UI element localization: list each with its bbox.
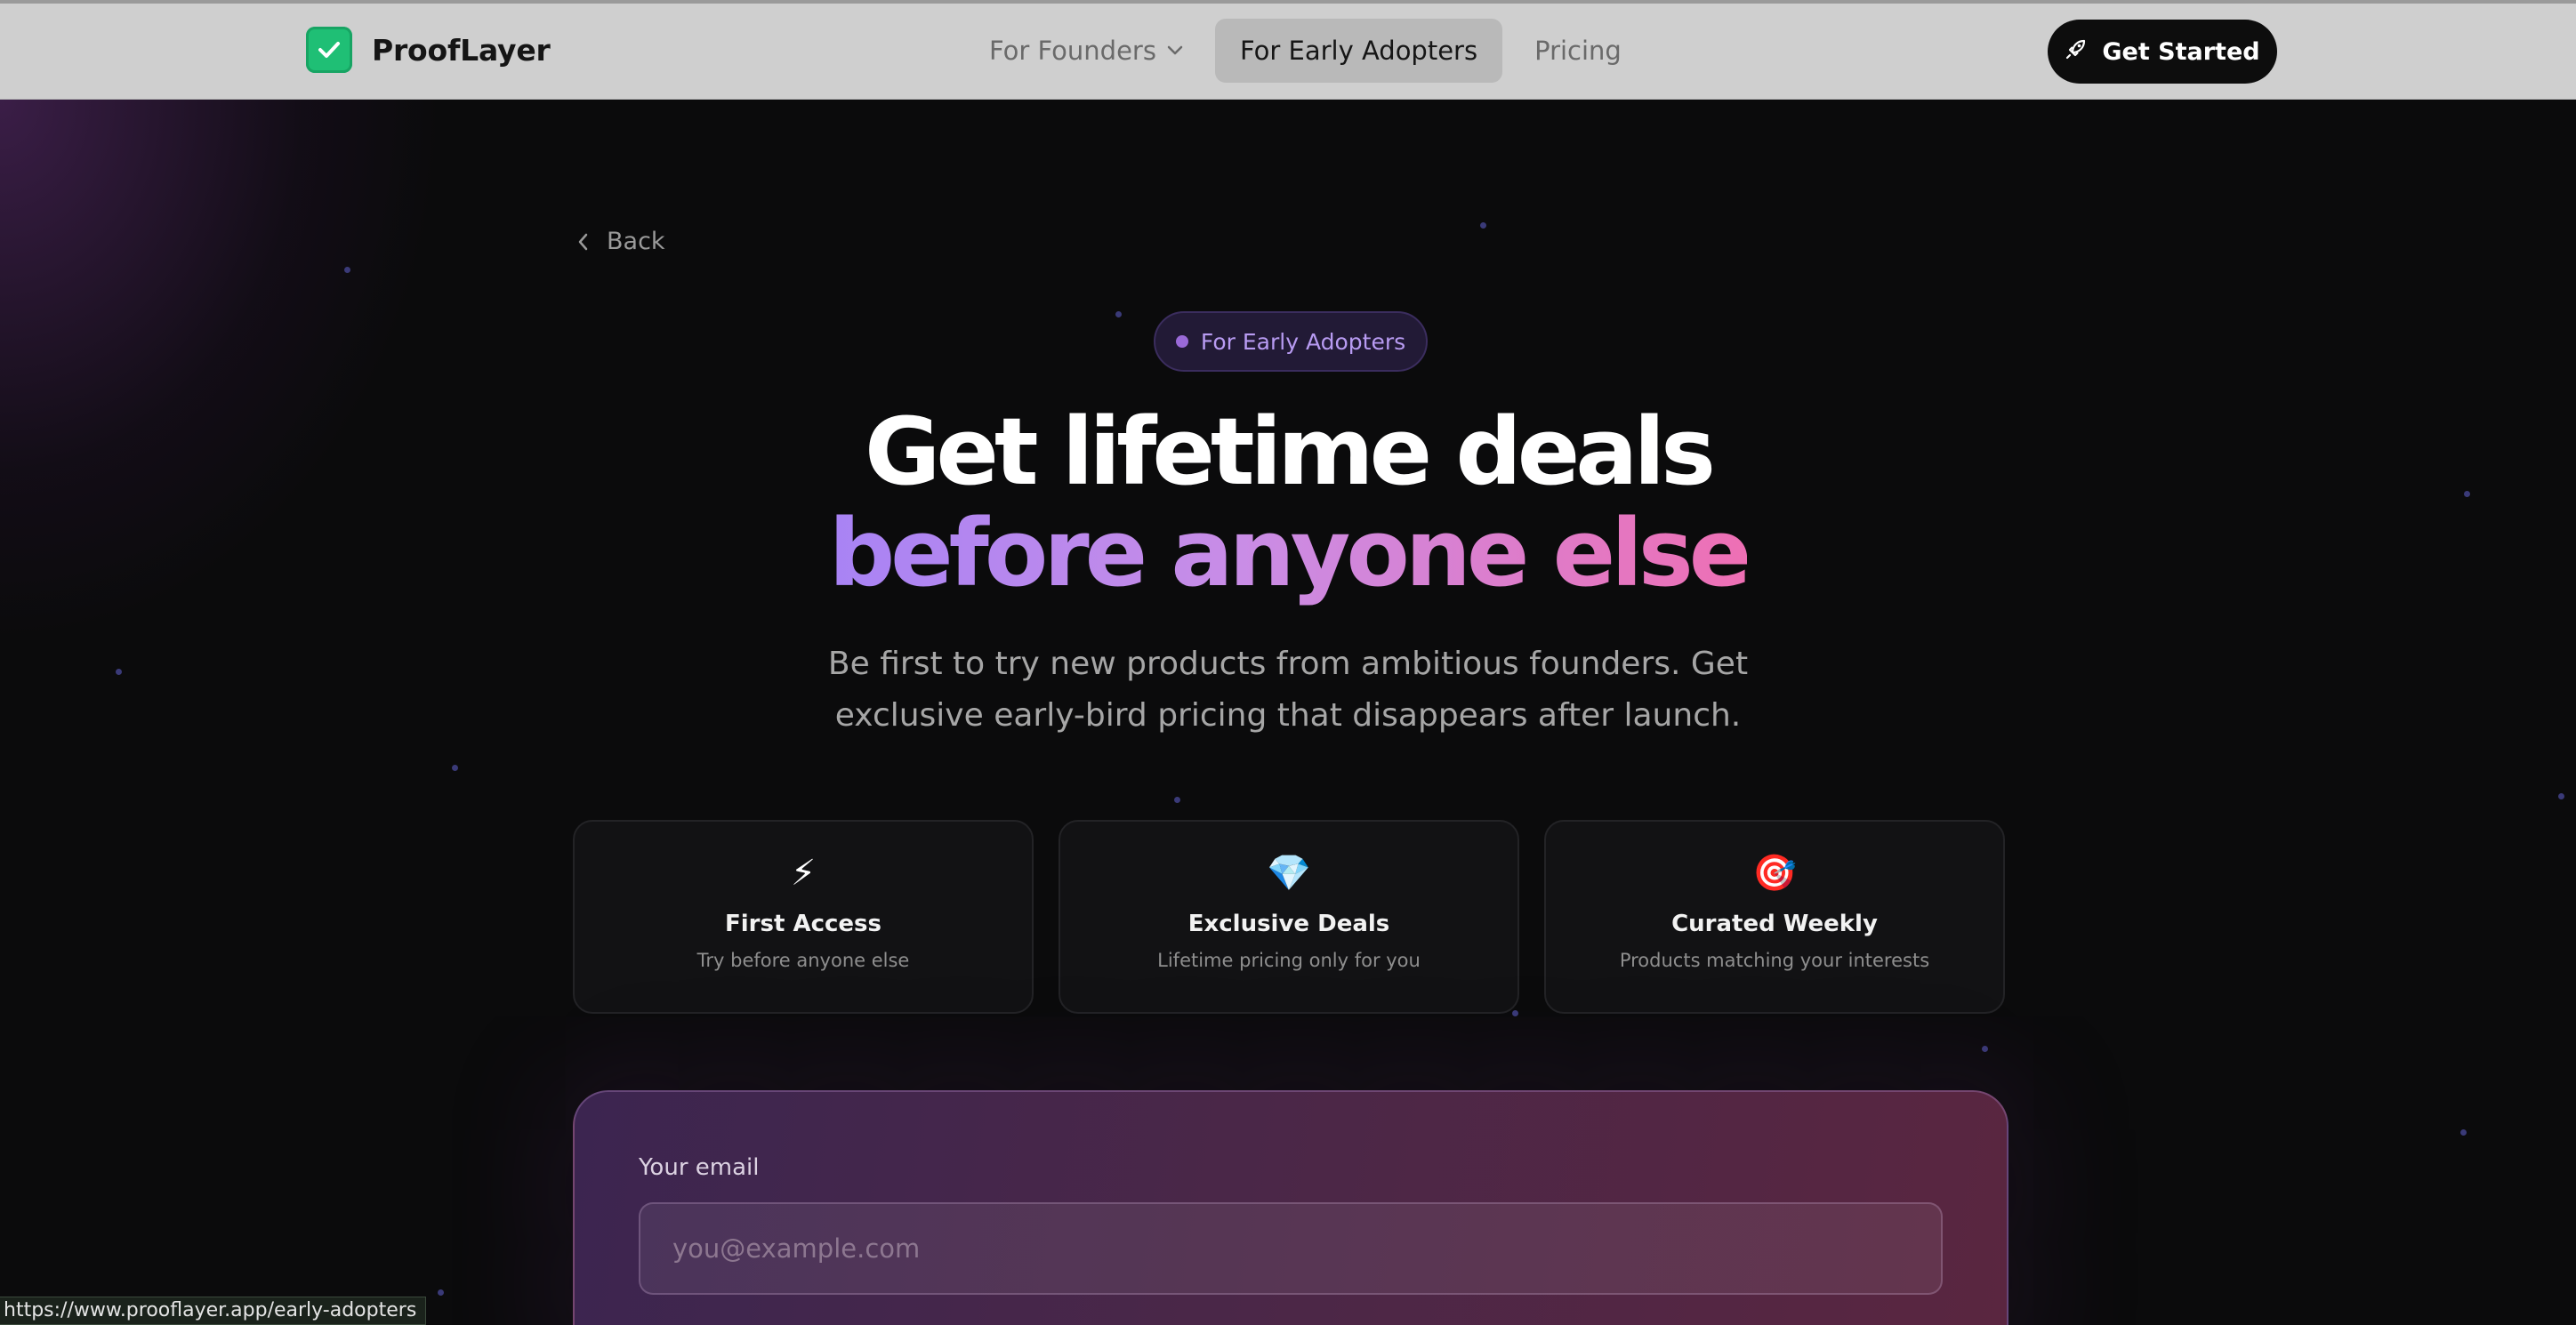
feature-title: Exclusive Deals: [1187, 911, 1390, 937]
signup-panel: Your email: [573, 1090, 2008, 1325]
feature-card-first-access: ⚡ First Access Try before anyone else: [573, 820, 1034, 1014]
checkmark-icon: [306, 27, 352, 73]
brand-logo-link[interactable]: ProofLayer: [306, 27, 551, 73]
email-label: Your email: [639, 1154, 760, 1181]
hero-title-line2: before anyone else: [0, 507, 2576, 599]
get-started-button[interactable]: Get Started: [2048, 20, 2277, 84]
hero-title-line1: Get lifetime deals: [864, 398, 1716, 506]
star-dot: [2558, 793, 2564, 799]
target-icon: 🎯: [1752, 853, 1797, 894]
star-dot: [1115, 311, 1122, 317]
nav-for-early-adopters[interactable]: For Early Adopters: [1214, 19, 1503, 83]
brand-name: ProofLayer: [372, 32, 551, 68]
feature-title: Curated Weekly: [1671, 911, 1878, 937]
feature-cards: ⚡ First Access Try before anyone else 💎 …: [573, 820, 2005, 1014]
feature-desc: Products matching your interests: [1619, 950, 1930, 971]
gem-icon: 💎: [1267, 853, 1311, 894]
badge-label: For Early Adopters: [1200, 328, 1406, 355]
hero-subtitle: Be first to try new products from ambiti…: [827, 646, 1749, 734]
star-dot: [452, 765, 458, 771]
badge-dot-icon: [1175, 335, 1188, 348]
chevron-left-icon: [578, 233, 588, 250]
nav-pricing[interactable]: Pricing: [1509, 19, 1646, 83]
feature-title: First Access: [725, 911, 881, 937]
get-started-label: Get Started: [2102, 37, 2260, 66]
star-dot: [1174, 797, 1180, 803]
status-bar-url: https://www.prooflayer.app/early-adopter…: [0, 1297, 427, 1325]
audience-badge: For Early Adopters: [1154, 311, 1428, 372]
top-navbar: ProofLayer For Founders For Early Adopte…: [0, 0, 2576, 100]
feature-card-exclusive-deals: 💎 Exclusive Deals Lifetime pricing only …: [1059, 820, 1519, 1014]
star-dot: [344, 267, 350, 273]
feature-card-curated-weekly: 🎯 Curated Weekly Products matching your …: [1544, 820, 2005, 1014]
star-dot: [1480, 222, 1486, 229]
hero-section: Back For Early Adopters Get lifetime dea…: [0, 100, 2576, 1325]
back-link[interactable]: Back: [576, 228, 665, 255]
star-dot: [438, 1289, 444, 1296]
star-dot: [1982, 1046, 1988, 1052]
chevron-down-icon: [1167, 45, 1183, 56]
nav-for-founders-label: For Founders: [989, 36, 1156, 66]
feature-desc: Try before anyone else: [696, 950, 910, 971]
nav-for-founders-dropdown[interactable]: For Founders: [964, 19, 1208, 83]
feature-desc: Lifetime pricing only for you: [1157, 950, 1421, 971]
back-label: Back: [607, 228, 665, 255]
nav-links: For Founders For Early Adopters Pricing: [964, 18, 1646, 84]
rocket-icon: [2065, 37, 2102, 67]
lightning-icon: ⚡: [790, 853, 817, 894]
star-dot: [116, 669, 122, 675]
email-field[interactable]: [639, 1202, 1943, 1295]
star-dot: [2460, 1129, 2467, 1136]
hero-title-gradient-text: before anyone else: [828, 499, 1752, 607]
